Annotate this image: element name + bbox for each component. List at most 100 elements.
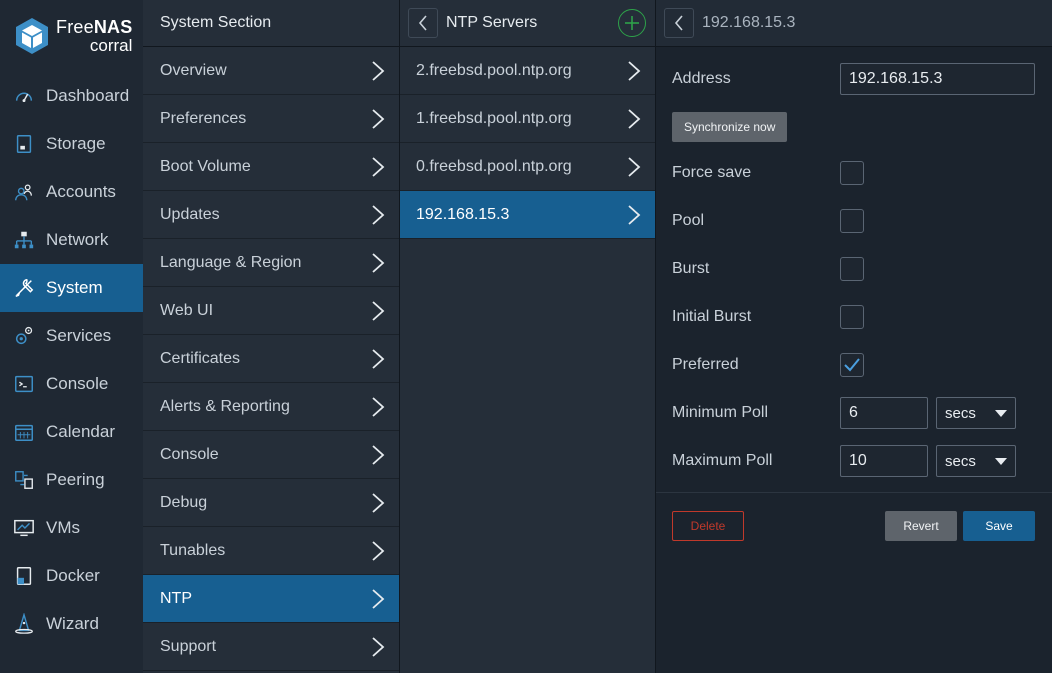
plus-icon (625, 16, 639, 30)
nav-item-vms[interactable]: VMs (0, 504, 143, 552)
nav-item-network[interactable]: Network (0, 216, 143, 264)
maximum-poll-input[interactable] (840, 445, 928, 477)
system-section-title: System Section (160, 14, 272, 31)
nav-item-label: Wizard (46, 614, 99, 633)
burst-label: Burst (672, 260, 710, 277)
freenas-logo[interactable]: FreeNAS corral (0, 0, 143, 72)
initial-burst-checkbox[interactable] (840, 305, 864, 329)
chevron-right-icon (372, 204, 385, 225)
nav-item-docker[interactable]: Docker (0, 552, 143, 600)
ntp-server-item-2-freebsd-pool-ntp-org[interactable]: 2.freebsd.pool.ntp.org (400, 47, 655, 95)
chevron-right-icon (372, 444, 385, 465)
chevron-right-icon (372, 252, 385, 273)
nav-item-accounts[interactable]: Accounts (0, 168, 143, 216)
ntp-server-item-1-freebsd-pool-ntp-org[interactable]: 1.freebsd.pool.ntp.org (400, 95, 655, 143)
minimum-poll-unit-select[interactable]: secs (936, 397, 1016, 429)
pool-checkbox[interactable] (840, 209, 864, 233)
delete-button[interactable]: Delete (672, 511, 744, 541)
section-item-alerts-and-reporting[interactable]: Alerts & Reporting (143, 383, 399, 431)
chevron-right-icon (372, 108, 385, 129)
checkmark-icon (844, 358, 860, 372)
address-input[interactable] (840, 63, 1035, 95)
detail-back-button[interactable] (664, 8, 694, 38)
nav-item-dashboard[interactable]: Dashboard (0, 72, 143, 120)
save-button[interactable]: Save (963, 511, 1035, 541)
section-item-label: Tunables (160, 541, 226, 559)
ntp-servers-title: NTP Servers (446, 14, 538, 31)
section-item-language-and-region[interactable]: Language & Region (143, 239, 399, 287)
section-item-label: Certificates (160, 349, 241, 367)
network-icon (12, 228, 36, 252)
section-item-label: Support (160, 637, 217, 655)
wizard-icon (12, 612, 36, 636)
ntp-server-item-label: 192.168.15.3 (416, 205, 510, 223)
gauge-icon (12, 84, 36, 108)
chevron-right-icon (372, 300, 385, 321)
nav-item-storage[interactable]: Storage (0, 120, 143, 168)
detail-title: 192.168.15.3 (702, 14, 796, 31)
peering-icon (12, 468, 36, 492)
section-item-label: Console (160, 445, 219, 463)
section-item-debug[interactable]: Debug (143, 479, 399, 527)
docker-icon (12, 564, 36, 588)
chevron-right-icon (628, 60, 641, 81)
nav-item-services[interactable]: Services (0, 312, 143, 360)
preferred-row: Preferred (672, 349, 1036, 381)
wrench-screwdriver-icon (12, 276, 36, 300)
force-save-row: Force save (672, 157, 1036, 189)
server-detail-panel: 192.168.15.3 Address Synchronize now For… (656, 0, 1052, 673)
nav-item-system[interactable]: System (0, 264, 143, 312)
form-divider (656, 492, 1052, 493)
calendar-icon (12, 420, 36, 444)
section-item-support[interactable]: Support (143, 623, 399, 671)
section-item-ntp[interactable]: NTP (143, 575, 399, 623)
address-label: Address (672, 70, 731, 87)
initial-burst-label: Initial Burst (672, 308, 752, 325)
burst-checkbox[interactable] (840, 257, 864, 281)
nav-item-label: Accounts (46, 182, 116, 201)
section-item-boot-volume[interactable]: Boot Volume (143, 143, 399, 191)
nav-item-wizard[interactable]: Wizard (0, 600, 143, 648)
system-section-header: System Section (143, 0, 399, 47)
minimum-poll-input[interactable] (840, 397, 928, 429)
add-server-button[interactable] (618, 9, 646, 37)
main-nav: FreeNAS corral Dashboard Storage Accounts N… (0, 0, 143, 673)
section-item-preferences[interactable]: Preferences (143, 95, 399, 143)
force-save-label: Force save (672, 164, 752, 181)
nav-item-label: Dashboard (46, 86, 130, 105)
section-item-updates[interactable]: Updates (143, 191, 399, 239)
chevron-right-icon (372, 156, 385, 177)
minimum-poll-unit-value: secs (945, 404, 976, 422)
services-gears-icon (12, 324, 36, 348)
section-item-tunables[interactable]: Tunables (143, 527, 399, 575)
terminal-icon (12, 372, 36, 396)
burst-row: Burst (672, 253, 1036, 285)
section-item-certificates[interactable]: Certificates (143, 335, 399, 383)
nav-item-calendar[interactable]: Calendar (0, 408, 143, 456)
ntp-server-item-label: 1.freebsd.pool.ntp.org (416, 109, 572, 127)
system-section-list: Overview Preferences Boot Volume Updates Lan… (143, 47, 399, 671)
chevron-right-icon (372, 492, 385, 513)
force-save-checkbox[interactable] (840, 161, 864, 185)
monitor-icon (12, 516, 36, 540)
nav-item-peering[interactable]: Peering (0, 456, 143, 504)
chevron-left-icon (674, 15, 683, 31)
section-item-web-ui[interactable]: Web UI (143, 287, 399, 335)
nav-item-console[interactable]: Console (0, 360, 143, 408)
preferred-checkbox[interactable] (840, 353, 864, 377)
ntp-server-item-192-168-15-3[interactable]: 192.168.15.3 (400, 191, 655, 239)
section-item-label: NTP (160, 589, 192, 607)
chevron-right-icon (372, 588, 385, 609)
section-item-overview[interactable]: Overview (143, 47, 399, 95)
logo-product-name: corral (89, 36, 133, 55)
section-item-label: Boot Volume (160, 157, 251, 175)
nav-item-label: Network (46, 230, 109, 249)
back-button[interactable] (408, 8, 438, 38)
pool-label: Pool (672, 212, 705, 229)
ntp-server-item-0-freebsd-pool-ntp-org[interactable]: 0.freebsd.pool.ntp.org (400, 143, 655, 191)
synchronize-now-button[interactable]: Synchronize now (672, 112, 788, 142)
section-item-label: Preferences (160, 109, 247, 127)
maximum-poll-unit-select[interactable]: secs (936, 445, 1016, 477)
section-item-console[interactable]: Console (143, 431, 399, 479)
revert-button[interactable]: Revert (885, 511, 957, 541)
